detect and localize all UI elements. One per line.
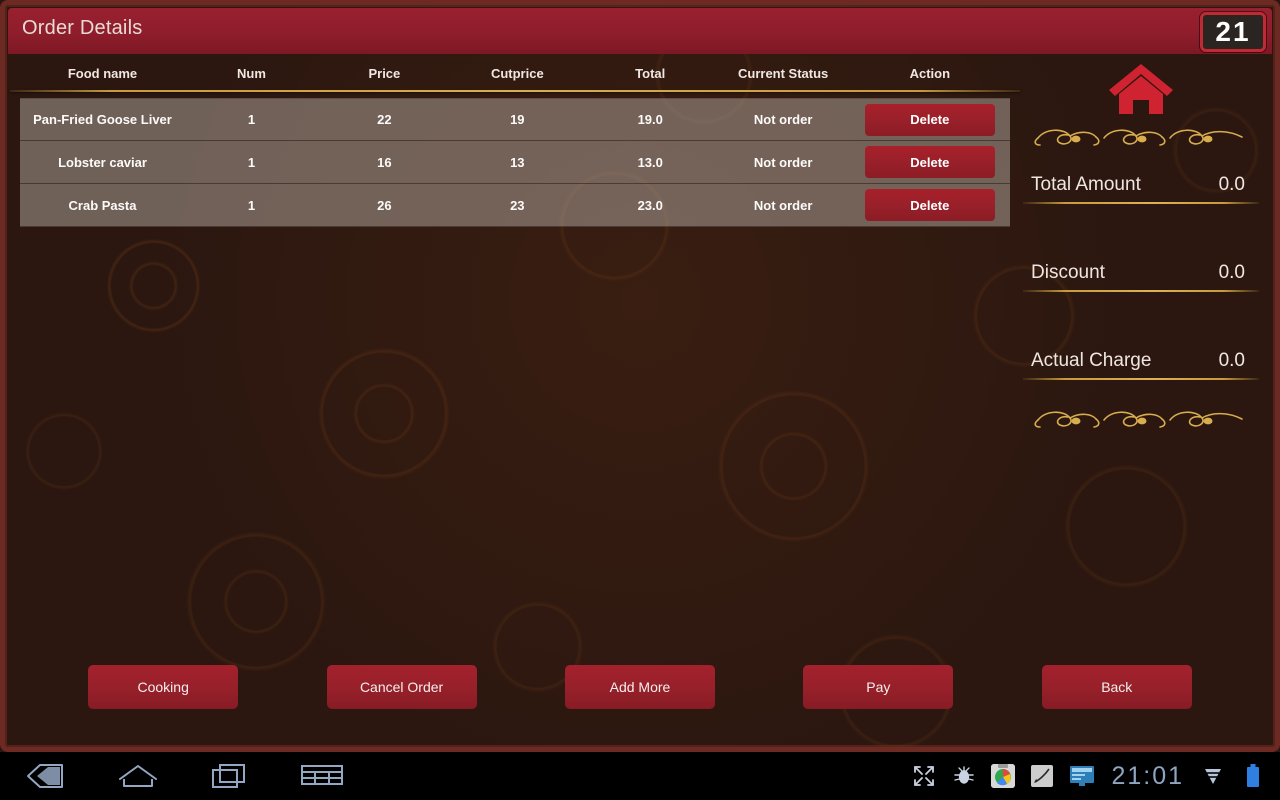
delete-button[interactable]: Delete [864,189,995,221]
total-amount-label: Total Amount [1031,174,1141,195]
cell-food-name: Pan-Fried Goose Liver [33,112,172,127]
cell-num: 1 [247,197,256,213]
total-amount-value: 0.0 [1218,174,1245,195]
ornament-divider-top [1034,129,1243,146]
column-header-food-name: Food name [67,65,138,81]
cell-total: 23.0 [637,197,663,213]
pay-button[interactable]: Pay [803,665,954,709]
cell-action: Delete [850,103,1010,136]
cell-action: Delete [850,189,1010,221]
home-icon[interactable] [112,756,164,796]
android-system-bar: 21:01 [0,752,1280,800]
ornament-divider-bottom [1034,411,1243,428]
signal-icon [1200,763,1226,789]
cell-action: Delete [850,146,1010,178]
order-items-table: Food name Num Price Cutprice Total Curre… [10,56,1020,227]
summary-actual-charge: Actual Charge 0.0 [1023,348,1259,388]
title-bar: Order Details 21 [8,8,1272,54]
display-icon[interactable] [1069,763,1095,789]
cell-current-status: Not order [753,154,813,170]
table-row[interactable]: Lobster caviar 1 16 13 13.0 Not order De… [20,141,1010,184]
cell-price: 26 [377,197,392,213]
table-row[interactable]: Pan-Fried Goose Liver 1 22 19 19.0 Not o… [20,98,1010,141]
home-icon[interactable] [1105,60,1177,118]
column-header-num: Num [237,65,266,81]
bug-icon[interactable] [951,763,977,789]
discount-underline [1023,290,1259,292]
column-header-price: Price [368,65,401,81]
cell-current-status: Not order [753,197,813,213]
header-divider [10,90,1020,92]
add-more-button[interactable]: Add More [564,665,715,709]
keyboard-icon[interactable] [296,756,348,796]
summary-discount: Discount 0.0 [1023,260,1259,300]
summary-total-amount: Total Amount 0.0 [1023,172,1259,212]
action-button-bar: Cooking Cancel Order Add More Pay Back [0,664,1280,710]
actual-charge-underline [1023,378,1259,380]
app-icon[interactable] [991,764,1016,788]
cell-food-name: Crab Pasta [68,197,137,213]
table-header-row: Food name Num Price Cutprice Total Curre… [20,56,1010,90]
recent-apps-icon[interactable] [204,756,256,796]
cell-total: 19.0 [637,112,663,127]
table-row[interactable]: Crab Pasta 1 26 23 23.0 Not order Delete [20,184,1010,227]
cell-price: 16 [377,154,392,170]
column-header-cutprice: Cutprice [490,65,544,81]
fullscreen-icon[interactable] [911,763,937,789]
actual-charge-label: Actual Charge [1031,350,1152,371]
navigation-buttons [0,756,348,796]
cell-num: 1 [247,112,256,127]
discount-label: Discount [1031,262,1105,283]
back-button[interactable]: Back [1041,665,1192,709]
order-details-screen: Order Details 21 Food name Num Price Cut… [0,0,1280,752]
app-root: Order Details 21 Food name Num Price Cut… [0,0,1280,800]
cell-cutprice: 13 [510,154,525,170]
table-number-badge[interactable]: 21 [1200,12,1266,52]
total-amount-underline [1023,202,1259,204]
cell-cutprice: 23 [510,197,525,213]
table-body: Pan-Fried Goose Liver 1 22 19 19.0 Not o… [20,98,1010,227]
column-header-total: Total [635,65,666,81]
delete-button[interactable]: Delete [864,146,995,178]
cell-total: 13.0 [637,154,663,170]
discount-value: 0.0 [1218,262,1245,283]
cell-num: 1 [247,154,256,170]
cell-cutprice: 19 [510,112,525,127]
cell-current-status: Not order [753,112,813,127]
cell-price: 22 [377,112,392,127]
system-clock: 21:01 [1111,761,1184,790]
system-tray: 21:01 [911,762,1280,791]
cooking-button[interactable]: Cooking [88,665,239,709]
order-summary-panel: Total Amount 0.0 Discount 0.0 Actual Cha… [1010,54,1272,474]
column-header-current-status: Current Status [738,65,829,81]
page-title: Order Details [22,17,143,39]
cell-food-name: Lobster caviar [58,154,147,170]
battery-icon [1240,763,1266,789]
mouse-icon[interactable] [1029,763,1055,789]
delete-button[interactable]: Delete [864,103,995,136]
actual-charge-value: 0.0 [1218,350,1245,371]
back-icon[interactable] [20,756,72,796]
column-header-action: Action [909,65,951,81]
cancel-order-button[interactable]: Cancel Order [326,665,477,709]
